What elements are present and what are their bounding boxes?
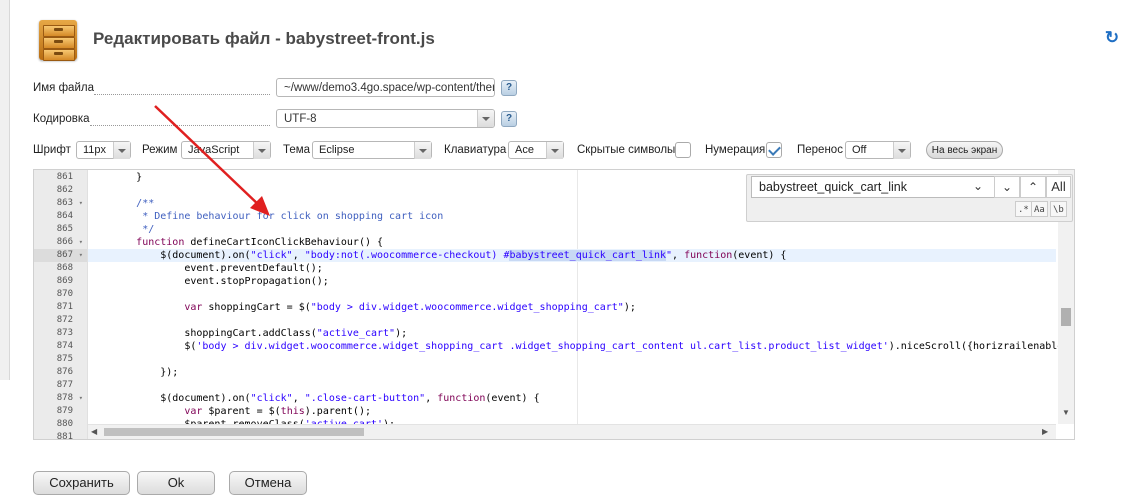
keyboard-select[interactable]: Ace bbox=[508, 141, 564, 159]
wrap-select[interactable]: Off bbox=[845, 141, 911, 159]
search-input[interactable]: babystreet_quick_cart_link bbox=[751, 176, 995, 198]
line-number: 867 ▾ bbox=[34, 249, 87, 262]
font-value: 11px bbox=[83, 144, 107, 156]
chevron-down-icon bbox=[253, 142, 270, 159]
line-number: 874 bbox=[56, 341, 73, 351]
vertical-scroll-thumb[interactable] bbox=[1061, 308, 1071, 326]
regex-option[interactable]: .* bbox=[1015, 201, 1032, 217]
line-number: 881 bbox=[56, 432, 73, 440]
keyboard-label: Клавиатура bbox=[444, 144, 507, 156]
code-line[interactable] bbox=[88, 288, 1056, 301]
code-line[interactable]: $(document).on("click", ".close-cart-but… bbox=[88, 392, 1056, 405]
line-number: 875 bbox=[56, 354, 73, 364]
line-number: 876 bbox=[56, 367, 73, 377]
code-line[interactable]: $('body > div.widget.woocommerce.widget_… bbox=[88, 340, 1069, 353]
line-number: 868 bbox=[56, 263, 73, 273]
filename-dots bbox=[94, 93, 270, 95]
file-cabinet-icon bbox=[35, 16, 81, 62]
keyboard-value: Ace bbox=[515, 144, 534, 156]
ok-button[interactable]: Ok bbox=[137, 471, 215, 495]
encoding-label: Кодировка bbox=[33, 113, 90, 125]
line-number: 877 bbox=[56, 380, 73, 390]
dialog-header: Редактировать файл - babystreet-front.js bbox=[35, 14, 435, 64]
horizontal-scrollbar[interactable]: ◀ ▶ bbox=[88, 424, 1056, 439]
code-line[interactable] bbox=[88, 353, 1056, 366]
page-title: Редактировать файл - babystreet-front.js bbox=[93, 29, 435, 48]
numbering-checkbox[interactable] bbox=[766, 142, 782, 158]
line-number: 880 bbox=[56, 419, 73, 429]
line-number: 861 bbox=[56, 172, 73, 182]
fold-toggle-icon[interactable]: ▾ bbox=[79, 236, 83, 249]
code-line[interactable]: var shoppingCart = $("body > div.widget.… bbox=[88, 301, 1056, 314]
line-number: 878 ▾ bbox=[56, 392, 83, 405]
code-line[interactable]: var $parent = $(this).parent(); bbox=[88, 405, 1056, 418]
encoding-help-icon[interactable]: ? bbox=[501, 111, 517, 127]
line-number: 862 bbox=[56, 185, 73, 195]
code-line[interactable]: event.preventDefault(); bbox=[88, 262, 1056, 275]
chevron-down-icon bbox=[414, 142, 431, 159]
fullscreen-button[interactable]: На весь экран bbox=[926, 141, 1003, 159]
line-number: 864 bbox=[56, 211, 73, 221]
refresh-icon[interactable]: ↻ bbox=[1104, 29, 1120, 46]
line-number: 873 bbox=[56, 328, 73, 338]
code-line[interactable] bbox=[88, 314, 1056, 327]
fold-toggle-icon[interactable]: ▾ bbox=[79, 392, 83, 405]
font-select[interactable]: 11px bbox=[76, 141, 131, 159]
code-line[interactable]: */ bbox=[88, 223, 1056, 236]
scroll-right-icon[interactable]: ▶ bbox=[1042, 427, 1048, 436]
code-line[interactable] bbox=[88, 379, 1056, 392]
hidden-chars-checkbox[interactable] bbox=[675, 142, 691, 158]
chevron-down-icon bbox=[893, 142, 910, 159]
filename-label: Имя файла bbox=[33, 82, 94, 94]
left-panel-edge bbox=[0, 0, 10, 380]
wrap-value: Off bbox=[852, 144, 867, 156]
mode-value: JavaScript bbox=[188, 144, 240, 156]
line-number: 870 bbox=[56, 289, 73, 299]
word-option[interactable]: \b bbox=[1050, 201, 1067, 217]
fold-toggle-icon[interactable]: ▾ bbox=[79, 249, 83, 262]
encoding-value: UTF-8 bbox=[284, 113, 317, 125]
filename-field[interactable]: ~/www/demo3.4go.space/wp-content/them bbox=[276, 78, 495, 97]
search-panel: babystreet_quick_cart_link ⌄ ⌄ ⌃ All ✕ .… bbox=[746, 174, 1073, 222]
line-number: 866 ▾ bbox=[56, 236, 83, 249]
hidden-chars-label: Скрытые символы bbox=[577, 144, 676, 156]
case-option[interactable]: Aa bbox=[1031, 201, 1048, 217]
line-number: 865 bbox=[56, 224, 73, 234]
scroll-left-icon[interactable]: ◀ bbox=[91, 427, 97, 436]
chevron-down-icon bbox=[113, 142, 130, 159]
scroll-down-icon[interactable]: ▼ bbox=[1062, 408, 1070, 417]
code-line[interactable]: shoppingCart.addClass("active_cart"); bbox=[88, 327, 1056, 340]
encoding-dots bbox=[90, 124, 270, 126]
mode-select[interactable]: JavaScript bbox=[181, 141, 271, 159]
code-line[interactable]: function defineCartIconClickBehaviour() … bbox=[88, 236, 1056, 249]
mode-label: Режим bbox=[142, 144, 178, 156]
filename-help-icon[interactable]: ? bbox=[501, 80, 517, 96]
fold-toggle-icon[interactable]: ▾ bbox=[79, 197, 83, 210]
find-next-icon[interactable]: ⌄ bbox=[994, 176, 1020, 198]
chevron-down-icon bbox=[546, 142, 563, 159]
code-line[interactable]: }); bbox=[88, 366, 1056, 379]
code-line[interactable]: $(document).on("click", "body:not(.wooco… bbox=[88, 249, 1056, 262]
wrap-label: Перенос bbox=[797, 144, 843, 156]
line-number: 863 ▾ bbox=[56, 197, 83, 210]
line-number: 869 bbox=[56, 276, 73, 286]
code-line[interactable]: event.stopPropagation(); bbox=[88, 275, 1056, 288]
numbering-label: Нумерация bbox=[705, 144, 766, 156]
line-number: 872 bbox=[56, 315, 73, 325]
font-label: Шрифт bbox=[33, 144, 71, 156]
search-history-icon[interactable]: ⌄ bbox=[965, 176, 991, 198]
theme-value: Eclipse bbox=[319, 144, 355, 156]
theme-select[interactable]: Eclipse bbox=[312, 141, 432, 159]
chevron-down-icon bbox=[477, 110, 494, 127]
theme-label: Тема bbox=[283, 144, 311, 156]
horizontal-scroll-thumb[interactable] bbox=[104, 428, 364, 436]
encoding-select[interactable]: UTF-8 bbox=[276, 109, 495, 128]
cancel-button[interactable]: Отмена bbox=[229, 471, 307, 495]
line-number: 871 bbox=[56, 302, 73, 312]
find-all-button[interactable]: All bbox=[1046, 176, 1071, 198]
save-button[interactable]: Сохранить bbox=[33, 471, 130, 495]
line-number: 879 bbox=[56, 406, 73, 416]
find-prev-icon[interactable]: ⌃ bbox=[1020, 176, 1046, 198]
